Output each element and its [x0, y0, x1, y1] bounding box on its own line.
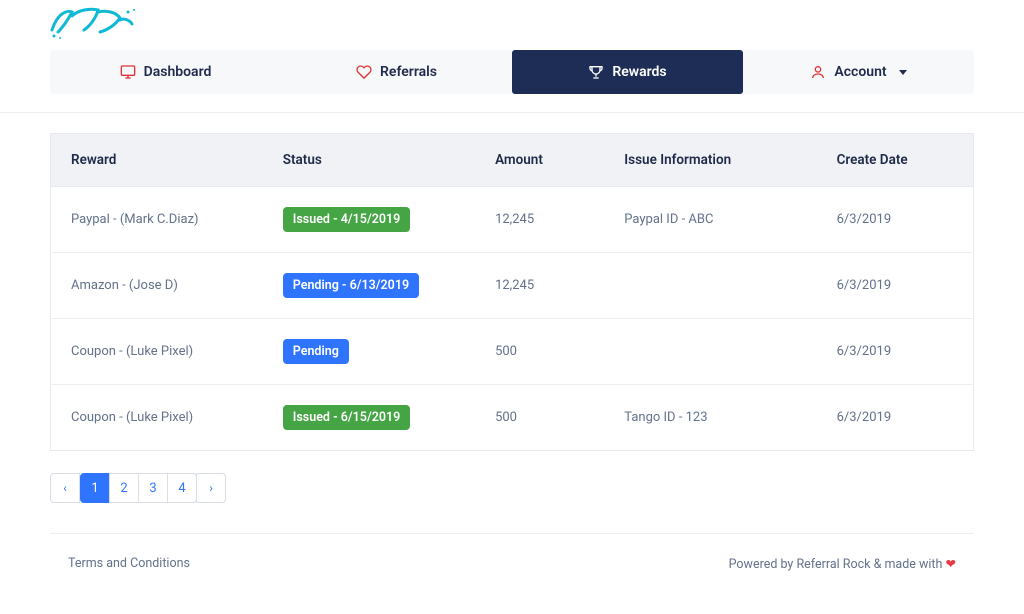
trophy-icon — [588, 64, 604, 80]
cell-issue — [604, 319, 816, 385]
col-amount: Amount — [475, 134, 604, 187]
nav-label: Dashboard — [144, 64, 212, 80]
logo — [50, 2, 140, 46]
cell-amount: 500 — [475, 385, 604, 451]
main-nav: Dashboard Referrals Rewards Account — [50, 50, 974, 94]
cell-issue: Paypal ID - ABC — [604, 187, 816, 253]
heart-icon: ❤ — [946, 557, 956, 572]
powered-by: Powered by Referral Rock & made with ❤ — [729, 556, 956, 572]
terms-link[interactable]: Terms and Conditions — [68, 556, 190, 572]
nav-dashboard[interactable]: Dashboard — [50, 50, 281, 94]
user-icon — [810, 64, 826, 80]
heart-icon — [356, 64, 372, 80]
chevron-left-icon: ‹ — [63, 481, 67, 495]
nav-rewards[interactable]: Rewards — [512, 50, 743, 94]
page-next[interactable]: › — [196, 473, 226, 503]
cell-amount: 12,245 — [475, 187, 604, 253]
status-badge: Pending — [283, 339, 349, 364]
nav-account[interactable]: Account — [743, 50, 974, 94]
col-create: Create Date — [817, 134, 974, 187]
cell-create: 6/3/2019 — [817, 187, 974, 253]
col-reward: Reward — [51, 134, 263, 187]
nav-referrals[interactable]: Referrals — [281, 50, 512, 94]
cell-issue — [604, 253, 816, 319]
nav-label: Referrals — [380, 64, 437, 80]
cell-create: 6/3/2019 — [817, 253, 974, 319]
cell-reward: Coupon - (Luke Pixel) — [51, 385, 263, 451]
col-issue: Issue Information — [604, 134, 816, 187]
page-4[interactable]: 4 — [167, 473, 197, 503]
rewards-table: Reward Status Amount Issue Information C… — [50, 133, 974, 451]
cell-status: Pending — [263, 319, 475, 385]
page-prev[interactable]: ‹ — [50, 473, 80, 503]
chevron-down-icon — [899, 70, 907, 75]
cell-amount: 500 — [475, 319, 604, 385]
table-row: Paypal - (Mark C.Diaz) Issued - 4/15/2019… — [51, 187, 974, 253]
table-row: Coupon - (Luke Pixel) Issued - 6/15/2019 5… — [51, 385, 974, 451]
page-1[interactable]: 1 — [80, 473, 110, 503]
cell-status: Issued - 6/15/2019 — [263, 385, 475, 451]
status-badge: Issued - 6/15/2019 — [283, 405, 410, 430]
status-badge: Pending - 6/13/2019 — [283, 273, 419, 298]
status-badge: Issued - 4/15/2019 — [283, 207, 410, 232]
table-row: Amazon - (Jose D) Pending - 6/13/2019 12,2… — [51, 253, 974, 319]
cell-reward: Coupon - (Luke Pixel) — [51, 319, 263, 385]
cell-status: Pending - 6/13/2019 — [263, 253, 475, 319]
table-row: Coupon - (Luke Pixel) Pending 500 6/3/2019 — [51, 319, 974, 385]
monitor-icon — [120, 64, 136, 80]
cell-reward: Paypal - (Mark C.Diaz) — [51, 187, 263, 253]
footer: Terms and Conditions Powered by Referral… — [50, 533, 974, 602]
cell-reward: Amazon - (Jose D) — [51, 253, 263, 319]
cell-create: 6/3/2019 — [817, 385, 974, 451]
cell-status: Issued - 4/15/2019 — [263, 187, 475, 253]
col-status: Status — [263, 134, 475, 187]
pagination: ‹ 1234 › — [50, 473, 974, 503]
chevron-right-icon: › — [209, 481, 213, 495]
page-2[interactable]: 2 — [109, 473, 139, 503]
page-3[interactable]: 3 — [138, 473, 168, 503]
cell-issue: Tango ID - 123 — [604, 385, 816, 451]
nav-label: Account — [834, 64, 886, 80]
nav-label: Rewards — [612, 64, 666, 80]
cell-amount: 12,245 — [475, 253, 604, 319]
cell-create: 6/3/2019 — [817, 319, 974, 385]
